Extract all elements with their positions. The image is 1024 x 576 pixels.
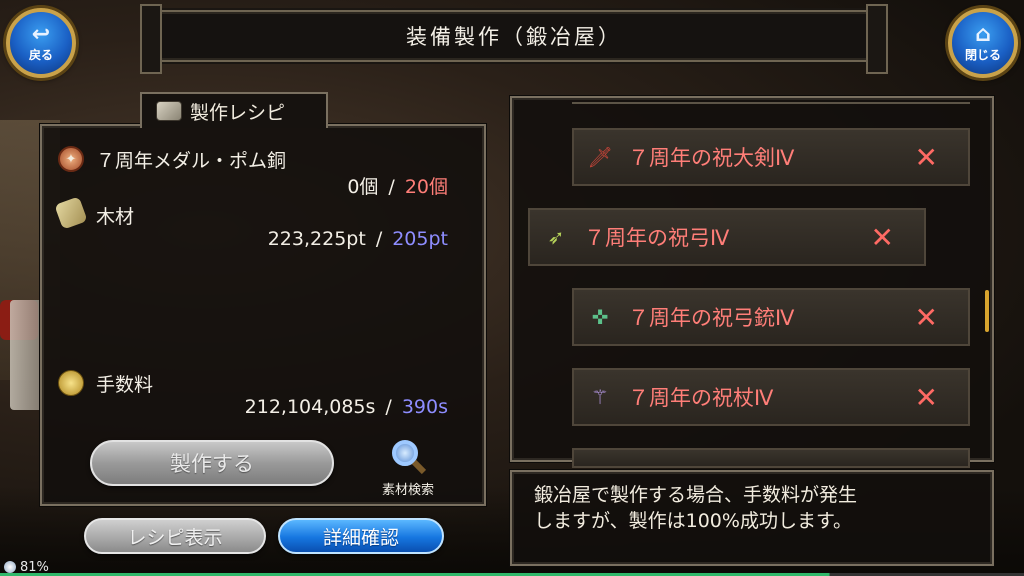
coin-icon [58,370,84,396]
battery-icon [4,561,16,573]
bow-icon: ➶ [547,225,565,249]
close-button-label: 閉じる [964,47,1001,62]
list-divider [572,102,970,104]
staff-icon: ⚚ [591,385,609,409]
list-item[interactable]: ✜ ７周年の祝弓銃Ⅳ ✕ [572,288,970,346]
info-text-line: 鍛冶屋で製作する場合、手数料が発生 [534,484,858,506]
material-search-label: 素材検索 [381,483,434,498]
back-button[interactable]: ↩ 戻る [6,8,76,78]
background-red-object [0,300,38,340]
recipe-view-button[interactable]: レシピ表示 [84,518,266,554]
material-count: 223,225pt / 205pt [268,228,448,250]
item-name: ７周年の祝弓Ⅳ [584,226,730,250]
list-item-selected[interactable]: ➶ ７周年の祝弓Ⅳ ✕ [528,208,926,266]
background-pillar [10,300,44,410]
material-have: 0個 [347,176,379,198]
unavailable-x-icon: ✕ [870,220,894,254]
item-name: ７周年の祝大剣Ⅳ [628,146,795,170]
material-have: 223,225pt [267,228,366,250]
fee-count: 212,104,085s / 390s [245,396,448,418]
material-name: 木材 [96,206,135,228]
item-name: ７周年の祝弓銃Ⅳ [628,306,795,330]
count-separator: / [375,228,383,250]
battery-percent: 81% [20,559,49,575]
info-text-line: しますが、製作は100%成功します。 [534,510,853,532]
sword-icon: 🗡 [587,145,613,169]
info-panel: 鍛冶屋で製作する場合、手数料が発生 しますが、製作は100%成功します。 [510,470,994,566]
crossbow-icon: ✜ [591,305,609,329]
material-search-button[interactable]: 素材検索 [372,438,444,498]
unavailable-x-icon: ✕ [914,140,938,174]
fee-name: 手数料 [96,374,154,396]
status-indicator: 81% [4,558,49,576]
medal-icon: ✦ [58,146,84,172]
material-count: 0個 / 20個 [347,172,448,199]
back-arrow-icon: ↩ [31,21,51,47]
unavailable-x-icon: ✕ [914,380,938,414]
make-button[interactable]: 製作する [90,440,334,486]
unavailable-x-icon: ✕ [914,300,938,334]
list-item[interactable]: ⚚ ７周年の祝杖Ⅳ ✕ [572,368,970,426]
recipe-tab: 製作レシピ [140,92,328,128]
material-need: 205pt [392,228,448,250]
material-need: 20個 [404,176,448,198]
recipe-tab-label: 製作レシピ [190,101,286,124]
fee-have: 212,104,085s [244,396,376,418]
recipe-book-icon [156,101,182,121]
item-name: ７周年の祝杖Ⅳ [628,386,774,410]
count-separator: / [385,396,392,418]
page-title: 装備製作（鍛冶屋） [140,4,888,74]
back-button-label: 戻る [28,47,53,62]
close-button[interactable]: ⌂ 閉じる [948,8,1018,78]
count-separator: / [388,176,395,198]
material-name: ７周年メダル・ポム銅 [96,150,287,172]
fee-need: 390s [401,396,448,418]
list-scrollbar[interactable] [985,290,989,332]
home-icon: ⌂ [975,21,991,47]
magnifier-icon [392,440,418,466]
list-item[interactable]: 🗡 ７周年の祝大剣Ⅳ ✕ [572,128,970,186]
detail-button[interactable]: 詳細確認 [278,518,444,554]
list-item-partial[interactable] [572,448,970,468]
